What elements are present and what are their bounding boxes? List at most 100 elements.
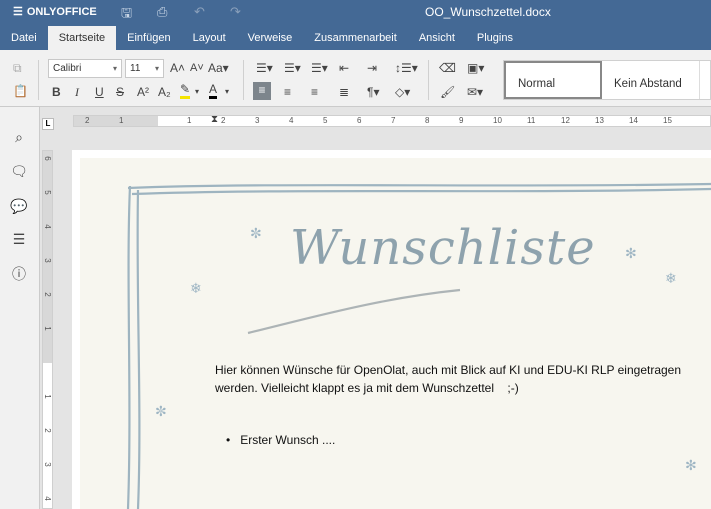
- ruler-label: 15: [663, 116, 672, 125]
- ruler-label: 14: [629, 116, 638, 125]
- left-sidebar: ⌕ 🗨 💬 ☰ ⓘ: [0, 107, 40, 509]
- subscript-icon[interactable]: A₂: [158, 84, 171, 100]
- align-left-icon[interactable]: ≡: [253, 82, 271, 100]
- tab-datei[interactable]: Datei: [0, 26, 48, 50]
- copy-style-icon[interactable]: 🖌: [440, 84, 455, 100]
- style-normal[interactable]: Normal: [504, 61, 602, 99]
- clear-style-icon[interactable]: ⌫: [439, 60, 456, 76]
- styles-gallery: Normal Kein Abstand: [503, 60, 711, 100]
- align-right-icon[interactable]: ≡: [311, 84, 318, 100]
- tab-ansicht[interactable]: Ansicht: [408, 26, 466, 50]
- font-name-value: Calibri: [53, 63, 82, 74]
- style-kein-abstand[interactable]: Kein Abstand: [602, 61, 700, 99]
- ruler-label: 7: [391, 116, 396, 125]
- ruler-label: 1: [43, 394, 52, 399]
- svg-text:✼: ✼: [250, 225, 262, 241]
- ruler-label: 13: [595, 116, 604, 125]
- increase-font-icon[interactable]: A˄: [170, 60, 185, 76]
- paragraph-line: werden. Vielleicht klappt es ja mit dem …: [215, 380, 519, 395]
- tab-verweise[interactable]: Verweise: [237, 26, 304, 50]
- chevron-down-icon: ▾: [112, 64, 117, 73]
- search-icon[interactable]: ⌕: [10, 129, 28, 147]
- numbered-list-icon[interactable]: ☰▾: [284, 60, 301, 76]
- page-background-art: ❄ ✻ ❄ ✼ ✻ ✼ Wunschliste Hier können Wünsche …: [80, 158, 711, 509]
- copy-icon[interactable]: ⧉: [13, 60, 22, 76]
- tab-zusammenarbeit[interactable]: Zusammenarbeit: [303, 26, 408, 50]
- title-bar: ☰ ONLYOFFICE 🖫 ⎙ ↶ ↷ OO_Wunschzettel.docx…: [0, 0, 711, 50]
- svg-text:✻: ✻: [625, 245, 637, 261]
- justify-icon[interactable]: ≣: [339, 84, 349, 100]
- horizontal-ruler[interactable]: 2 1 1 2 3 4 5 6 7 8 9 10 11 12 13 14 15 ⧗: [73, 114, 711, 127]
- intro-paragraph[interactable]: Hier können Wünsche für OpenOlat, auch m…: [215, 362, 685, 397]
- strikethrough-icon[interactable]: S: [116, 84, 124, 100]
- color-scheme-icon[interactable]: ▣▾: [467, 60, 484, 76]
- ruler-label: 1: [119, 116, 124, 125]
- svg-text:❄: ❄: [665, 270, 677, 286]
- ruler-label: 2: [221, 116, 226, 125]
- indent-marker-icon[interactable]: ⧗: [211, 114, 218, 125]
- superscript-icon[interactable]: A²: [137, 84, 149, 100]
- chevron-down-icon: ▾: [154, 64, 159, 73]
- align-center-icon[interactable]: ≡: [284, 84, 291, 100]
- paragraph-line: Hier können Wünsche für OpenOlat, auch m…: [215, 363, 682, 377]
- ruler-label: 3: [255, 116, 260, 125]
- line-spacing-icon[interactable]: ↕☰▾: [395, 60, 418, 76]
- change-case-icon[interactable]: Aa▾: [208, 60, 229, 76]
- ruler-label: 10: [493, 116, 502, 125]
- decrease-indent-icon[interactable]: ⇤: [339, 60, 349, 76]
- ruler-label: 6: [43, 156, 52, 161]
- mail-merge-icon[interactable]: ✉▾: [467, 84, 483, 100]
- bullet-list-icon[interactable]: ☰▾: [256, 60, 273, 76]
- wishlist-border-art: ❄ ✻ ❄ ✼ ✻ ✼: [126, 182, 711, 509]
- ruler-label: 6: [357, 116, 362, 125]
- navigation-icon[interactable]: ☰: [10, 231, 28, 249]
- layers-icon: ☰: [13, 6, 23, 18]
- bullet-icon: •: [226, 433, 231, 447]
- ruler-label: 4: [43, 496, 52, 501]
- svg-text:✻: ✻: [685, 457, 697, 473]
- decrease-font-icon[interactable]: A˅: [190, 60, 204, 76]
- increase-indent-icon[interactable]: ⇥: [367, 60, 377, 76]
- ruler-label: 1: [187, 116, 192, 125]
- ruler-label: 1: [43, 326, 52, 331]
- highlight-icon[interactable]: ✎: [180, 83, 191, 99]
- list-item[interactable]: • Erster Wunsch ....: [226, 433, 335, 447]
- ruler-label: 2: [43, 292, 52, 297]
- ruler-label: 9: [459, 116, 464, 125]
- tab-plugins[interactable]: Plugins: [466, 26, 524, 50]
- svg-text:❄: ❄: [190, 280, 202, 296]
- chat-icon[interactable]: 💬: [10, 198, 28, 216]
- font-name-select[interactable]: Calibri ▾: [48, 59, 122, 78]
- comments-icon[interactable]: 🗨: [10, 163, 28, 181]
- tab-stop-selector[interactable]: L: [42, 118, 54, 130]
- italic-icon[interactable]: I: [75, 84, 79, 100]
- font-size-select[interactable]: 11 ▾: [125, 59, 164, 78]
- ruler-label: 2: [85, 116, 90, 125]
- bold-icon[interactable]: B: [52, 84, 61, 100]
- vertical-ruler[interactable]: 6 5 4 3 2 1 1 2 3 4: [42, 150, 53, 509]
- tab-einfuegen[interactable]: Einfügen: [116, 26, 181, 50]
- ruler-label: 8: [425, 116, 430, 125]
- font-color-icon[interactable]: A: [209, 83, 218, 99]
- paragraph-marks-icon[interactable]: ¶▾: [367, 84, 379, 100]
- save-icon[interactable]: 🖫: [121, 4, 132, 26]
- document-page[interactable]: ❄ ✻ ❄ ✼ ✻ ✼ Wunschliste Hier können Wünsche …: [72, 150, 711, 509]
- font-size-value: 11: [130, 63, 141, 74]
- multilevel-list-icon[interactable]: ☰▾: [311, 60, 328, 76]
- paste-icon[interactable]: 📋: [13, 83, 28, 99]
- chevron-down-icon[interactable]: ▾: [195, 84, 199, 100]
- underline-icon[interactable]: U: [95, 84, 104, 100]
- info-icon[interactable]: ⓘ: [10, 264, 28, 282]
- print-icon[interactable]: ⎙: [157, 4, 167, 20]
- redo-icon[interactable]: ↷: [230, 4, 241, 20]
- brand-name: ONLYOFFICE: [26, 5, 97, 18]
- tab-startseite[interactable]: Startseite: [47, 26, 117, 50]
- ruler-label: 4: [289, 116, 294, 125]
- shading-icon[interactable]: ◇▾: [395, 84, 410, 100]
- heading-wunschliste: Wunschliste: [290, 220, 596, 276]
- svg-text:✼: ✼: [155, 403, 167, 419]
- undo-icon[interactable]: ↶: [194, 4, 205, 20]
- tab-layout[interactable]: Layout: [182, 26, 237, 50]
- chevron-down-icon[interactable]: ▾: [225, 84, 229, 100]
- ruler-label: 5: [323, 116, 328, 125]
